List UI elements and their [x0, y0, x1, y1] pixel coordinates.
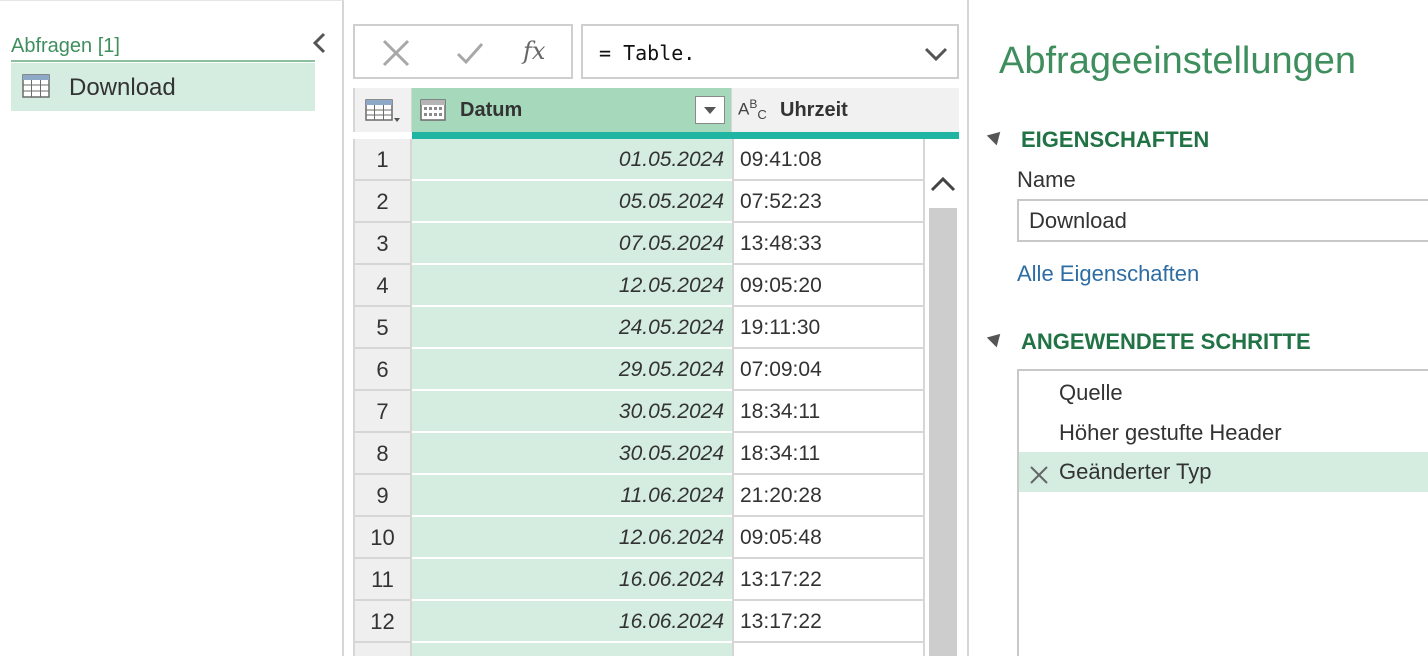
step-item[interactable]: Höher gestufte Header — [1019, 413, 1428, 453]
row-number[interactable]: 11 — [353, 559, 412, 601]
cell-datum[interactable]: 12.06.2024 — [412, 517, 732, 559]
cell-uhrzeit[interactable]: 07:52:23 — [732, 181, 925, 223]
query-settings-pane: Abfrageeinstellungen EIGENSCHAFTEN Name … — [967, 0, 1428, 656]
row-number[interactable]: 8 — [353, 433, 412, 475]
all-properties-link[interactable]: Alle Eigenschaften — [1017, 261, 1199, 287]
table-menu-button[interactable] — [353, 88, 412, 132]
row-number[interactable]: 2 — [353, 181, 412, 223]
cell-uhrzeit[interactable] — [732, 643, 925, 656]
settings-title: Abfrageeinstellungen — [999, 40, 1357, 82]
name-label: Name — [1017, 167, 1076, 192]
cell-uhrzeit[interactable]: 09:05:48 — [732, 517, 925, 559]
row-number[interactable]: 12 — [353, 601, 412, 643]
cell-uhrzeit[interactable]: 09:05:20 — [732, 265, 925, 307]
query-item-download[interactable]: Download — [11, 63, 315, 111]
queries-divider — [11, 60, 315, 62]
cell-uhrzeit[interactable]: 09:41:08 — [732, 139, 925, 181]
query-item-label: Download — [69, 74, 176, 101]
collapse-triangle-icon[interactable] — [986, 126, 1006, 146]
step-label: Geänderter Typ — [1059, 459, 1212, 484]
date-type-icon[interactable] — [420, 98, 446, 127]
row-number[interactable]: 10 — [353, 517, 412, 559]
scrollbar-thumb[interactable] — [929, 208, 957, 656]
fx-icon[interactable]: fx — [523, 36, 557, 70]
chevron-down-icon[interactable] — [923, 40, 949, 66]
cell-datum[interactable]: 29.05.2024 — [412, 349, 732, 391]
cell-uhrzeit[interactable]: 19:11:30 — [732, 307, 925, 349]
step-label: Höher gestufte Header — [1059, 420, 1282, 445]
row-number[interactable]: 4 — [353, 265, 412, 307]
delete-step-icon[interactable] — [1027, 460, 1051, 484]
cell-uhrzeit[interactable]: 18:34:11 — [732, 433, 925, 475]
cell-datum[interactable]: 30.05.2024 — [412, 391, 732, 433]
properties-section-header[interactable]: EIGENSCHAFTEN — [986, 126, 1210, 153]
cell-datum[interactable]: 12.05.2024 — [412, 265, 732, 307]
cell-uhrzeit[interactable]: 13:17:22 — [732, 601, 925, 643]
filter-dropdown-icon[interactable] — [695, 96, 725, 124]
cell-datum[interactable]: 11.06.2024 — [412, 475, 732, 517]
formula-input[interactable]: = Table. — [581, 24, 959, 79]
row-number[interactable]: 9 — [353, 475, 412, 517]
text-type-icon[interactable]: ABC — [738, 97, 767, 122]
cell-uhrzeit[interactable]: 18:34:11 — [732, 391, 925, 433]
close-icon[interactable] — [379, 36, 413, 70]
column-header-label: Datum — [460, 99, 523, 121]
cell-datum[interactable]: 30.05.2024 — [412, 433, 732, 475]
cell-datum[interactable] — [412, 643, 732, 656]
queries-title: Abfragen [1] — [11, 35, 120, 57]
name-field[interactable]: Download — [1017, 199, 1428, 242]
step-label: Quelle — [1059, 380, 1123, 405]
cell-datum[interactable]: 07.05.2024 — [412, 223, 732, 265]
cell-datum[interactable]: 24.05.2024 — [412, 307, 732, 349]
table-menu-icon — [365, 99, 401, 128]
row-number[interactable]: 6 — [353, 349, 412, 391]
cell-datum[interactable]: 05.05.2024 — [412, 181, 732, 223]
cell-uhrzeit[interactable]: 13:17:22 — [732, 559, 925, 601]
cell-uhrzeit[interactable]: 13:48:33 — [732, 223, 925, 265]
row-number[interactable]: 1 — [353, 139, 412, 181]
collapse-pane-icon[interactable] — [306, 29, 334, 57]
vertical-scrollbar[interactable] — [927, 140, 959, 656]
properties-heading: EIGENSCHAFTEN — [1021, 127, 1210, 152]
check-icon[interactable] — [453, 36, 487, 70]
row-number[interactable] — [353, 643, 412, 656]
row-number[interactable]: 3 — [353, 223, 412, 265]
queries-pane: Abfragen [1] Download — [0, 0, 344, 656]
applied-steps-heading: ANGEWENDETE SCHRITTE — [1021, 329, 1311, 354]
row-number[interactable]: 5 — [353, 307, 412, 349]
table-icon — [22, 74, 50, 103]
cell-datum[interactable]: 01.05.2024 — [412, 139, 732, 181]
collapse-triangle-icon[interactable] — [986, 328, 1006, 348]
applied-steps-section-header[interactable]: ANGEWENDETE SCHRITTE — [986, 328, 1311, 355]
data-grid: Datum ABC Uhrzeit 1 01.05.2024 09:41:08 2 05… — [353, 88, 959, 656]
row-number[interactable]: 7 — [353, 391, 412, 433]
formula-buttons: fx — [353, 24, 573, 79]
column-header-uhrzeit[interactable]: ABC Uhrzeit — [732, 88, 959, 132]
cell-datum[interactable]: 16.06.2024 — [412, 601, 732, 643]
applied-steps-list: Quelle Höher gestufte Header Geänderter … — [1017, 369, 1428, 656]
cell-datum[interactable]: 16.06.2024 — [412, 559, 732, 601]
cell-uhrzeit[interactable]: 07:09:04 — [732, 349, 925, 391]
step-item[interactable]: Quelle — [1019, 373, 1428, 413]
cell-uhrzeit[interactable]: 21:20:28 — [732, 475, 925, 517]
chevron-up-icon[interactable] — [929, 170, 957, 198]
step-item-active[interactable]: Geänderter Typ — [1019, 452, 1428, 492]
column-quality-bar — [412, 132, 959, 139]
column-header-label: Uhrzeit — [780, 99, 848, 121]
column-header-datum[interactable]: Datum — [412, 88, 732, 132]
formula-text: = Table. — [599, 41, 696, 65]
